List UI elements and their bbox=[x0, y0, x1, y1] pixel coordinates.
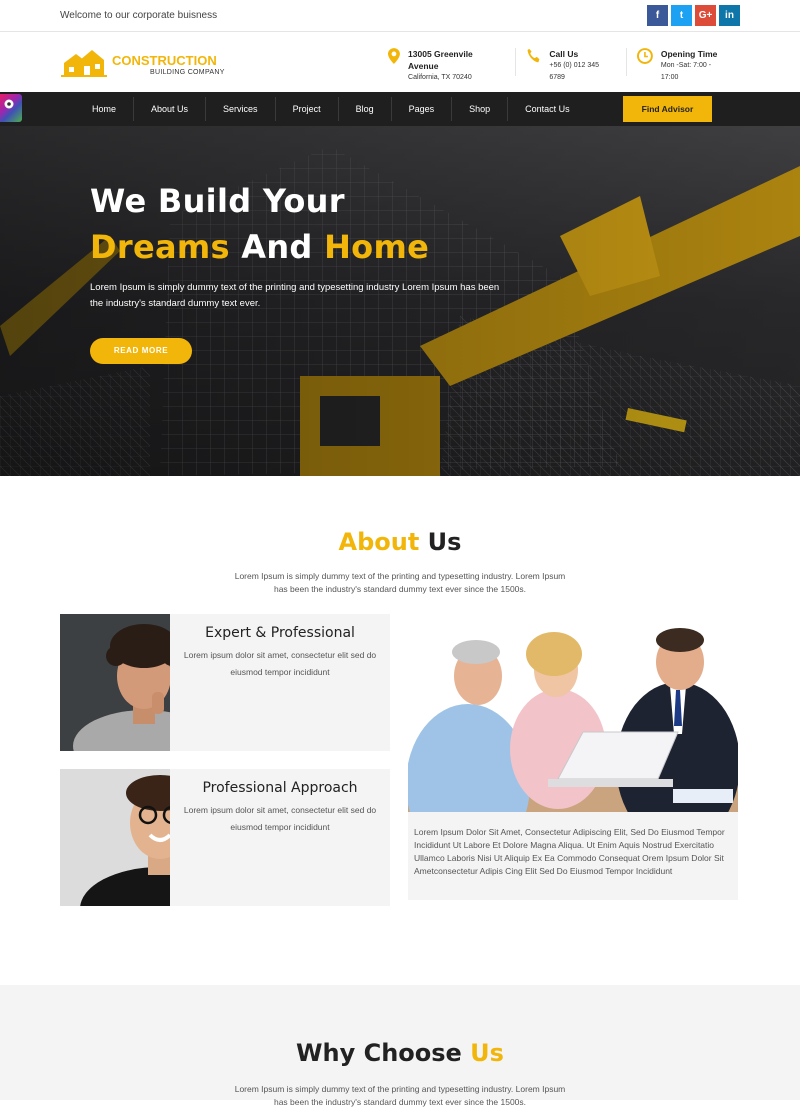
address-info: 13005 Greenvile Avenue California, TX 70… bbox=[378, 48, 516, 81]
logo-subtitle: BUILDING COMPANY bbox=[150, 69, 225, 76]
settings-toggle[interactable] bbox=[0, 94, 22, 122]
feature-card-approach: Professional Approach Lorem ipsum dolor … bbox=[60, 769, 390, 906]
hero-heading-line1: We Build Your bbox=[90, 182, 345, 220]
clock-icon bbox=[637, 48, 653, 64]
team-text: Lorem Ipsum Dolor Sit Amet, Consectetur … bbox=[414, 827, 725, 876]
nav-about-us[interactable]: About Us bbox=[134, 97, 207, 121]
phone-icon bbox=[527, 48, 539, 63]
business-meeting-image bbox=[408, 614, 738, 812]
why-description: Lorem Ipsum is simply dummy text of the … bbox=[234, 1084, 566, 1107]
why-title: Why Choose Us bbox=[0, 1039, 800, 1067]
feature-title-expert: Expert & Professional bbox=[205, 625, 355, 641]
expert-photo bbox=[60, 614, 171, 751]
phone-number[interactable]: +56 (0) 012 345 6789 bbox=[549, 60, 616, 84]
phone-info: Call Us +56 (0) 012 345 6789 bbox=[516, 48, 627, 81]
why-choose-section: Why Choose Us Lorem Ipsum is simply dumm… bbox=[0, 985, 800, 1107]
team-card: Lorem Ipsum Dolor Sit Amet, Consectetur … bbox=[408, 614, 738, 900]
hero-text: Lorem Ipsum is simply dummy text of the … bbox=[90, 282, 500, 309]
nav-home[interactable]: Home bbox=[75, 97, 135, 121]
why-title-main: Why Choose bbox=[296, 1039, 462, 1067]
about-section: About Us Lorem Ipsum is simply dummy tex… bbox=[0, 476, 800, 914]
google-plus-icon[interactable]: G+ bbox=[695, 5, 716, 26]
hero-heading-and: And bbox=[229, 228, 325, 266]
social-links: f t G+ in bbox=[647, 5, 740, 26]
gear-icon bbox=[4, 99, 14, 109]
nav-services[interactable]: Services bbox=[206, 97, 276, 121]
smiling-man-glasses-image bbox=[60, 769, 171, 906]
address-title: 13005 Greenvile Avenue bbox=[408, 49, 473, 71]
nav-pages[interactable]: Pages bbox=[392, 97, 453, 121]
about-title: About Us bbox=[0, 528, 800, 556]
hero-heading-home: Home bbox=[324, 228, 430, 266]
hero-heading-dreams: Dreams bbox=[90, 228, 230, 266]
site-header: CONSTRUCTION BUILDING COMPANY 13005 Gree… bbox=[0, 32, 800, 92]
facebook-icon[interactable]: f bbox=[647, 5, 668, 26]
man-portrait-image bbox=[60, 614, 171, 751]
nav-shop[interactable]: Shop bbox=[452, 97, 509, 121]
twitter-icon[interactable]: t bbox=[671, 5, 692, 26]
address-sub: California, TX 70240 bbox=[408, 74, 472, 81]
site-logo[interactable]: CONSTRUCTION BUILDING COMPANY bbox=[60, 46, 378, 78]
feature-text-approach: Lorem ipsum dolor sit amet, consectetur … bbox=[183, 805, 377, 832]
main-nav: Home About Us Services Project Blog Page… bbox=[0, 92, 800, 126]
hours-info: Opening Time Mon -Sat: 7:00 - 17:00 bbox=[627, 48, 740, 81]
find-advisor-button[interactable]: Find Advisor bbox=[623, 96, 712, 122]
team-photo bbox=[408, 614, 738, 812]
read-more-button[interactable]: READ MORE bbox=[90, 338, 192, 364]
hero-heading: We Build Your Dreams And Home bbox=[90, 178, 520, 270]
approach-photo bbox=[60, 769, 171, 906]
map-pin-icon bbox=[388, 48, 401, 64]
feature-text-expert: Lorem ipsum dolor sit amet, consectetur … bbox=[183, 650, 377, 677]
about-description: Lorem Ipsum is simply dummy text of the … bbox=[234, 571, 566, 594]
about-title-rest: Us bbox=[419, 528, 462, 556]
nav-contact-us[interactable]: Contact Us bbox=[508, 97, 587, 121]
hours-value: Mon -Sat: 7:00 - 17:00 bbox=[660, 62, 712, 81]
phone-title: Call Us bbox=[549, 49, 579, 59]
about-title-accent: About bbox=[338, 528, 420, 556]
feature-card-expert: Expert & Professional Lorem ipsum dolor … bbox=[60, 614, 390, 751]
linkedin-icon[interactable]: in bbox=[719, 5, 740, 26]
hero-banner: We Build Your Dreams And Home Lorem Ipsu… bbox=[0, 126, 800, 476]
house-logo-icon bbox=[61, 50, 107, 77]
why-title-accent: Us bbox=[461, 1039, 504, 1067]
nav-project[interactable]: Project bbox=[276, 97, 339, 121]
nav-blog[interactable]: Blog bbox=[339, 97, 392, 121]
feature-title-approach: Professional Approach bbox=[202, 780, 358, 796]
logo-title: CONSTRUCTION bbox=[112, 53, 217, 68]
hours-title: Opening Time bbox=[660, 49, 718, 59]
welcome-text: Welcome to our corporate buisness bbox=[60, 10, 218, 21]
top-bar: Welcome to our corporate buisness f t G+… bbox=[0, 0, 800, 32]
